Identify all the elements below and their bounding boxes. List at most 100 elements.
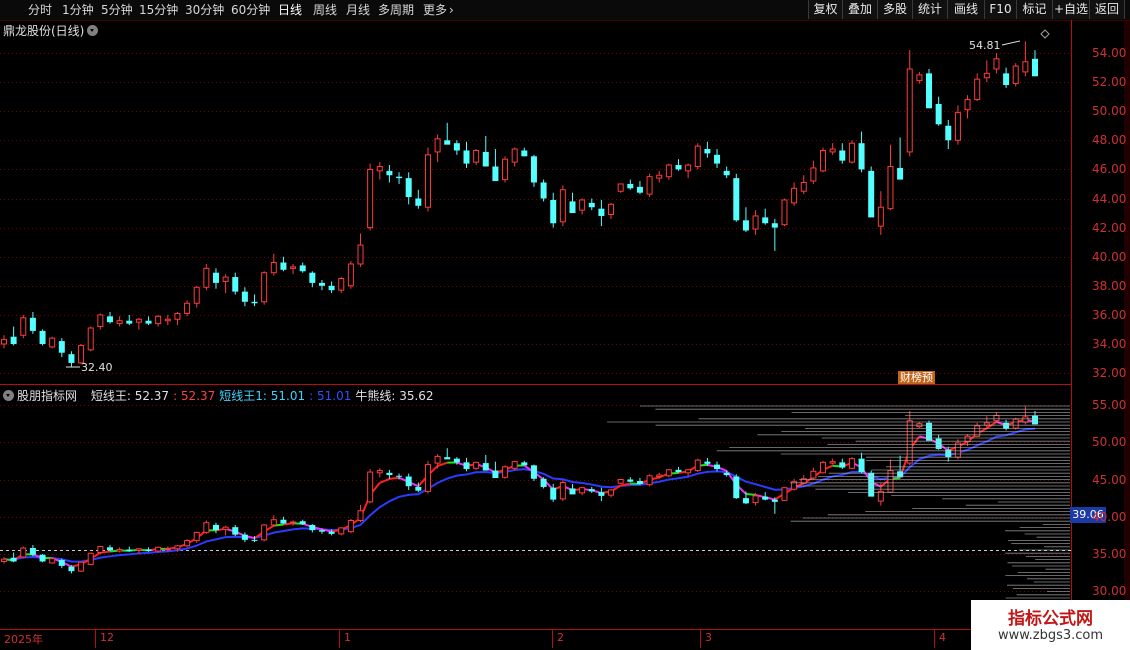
high-price-label: 54.81 bbox=[969, 39, 1001, 52]
low-price-label: 32.40 bbox=[81, 361, 113, 374]
indicator-value-2: 短线王1: 51.01 bbox=[219, 389, 306, 403]
ind-candle bbox=[232, 527, 239, 535]
ind-candle bbox=[318, 530, 325, 532]
price-candle bbox=[945, 125, 952, 141]
ind-candle bbox=[357, 510, 364, 521]
watermark: 指标公式网 www.zbgs3.com bbox=[971, 600, 1130, 650]
ind-candle bbox=[174, 545, 181, 550]
price-candle bbox=[636, 186, 643, 193]
ind-candle bbox=[733, 476, 740, 499]
candlestick-chart: 54.81 32.40 bbox=[0, 20, 1130, 648]
ind-candle bbox=[463, 462, 470, 470]
price-candle bbox=[675, 165, 682, 170]
ind-candle bbox=[665, 469, 672, 477]
ind-candle bbox=[367, 471, 374, 503]
price-candle bbox=[665, 164, 672, 178]
ind-candle bbox=[771, 499, 778, 502]
ind-candle bbox=[502, 466, 509, 478]
indicator-value-1: : 52.37 bbox=[173, 389, 216, 403]
sub-y-label: 45.00 bbox=[1092, 472, 1127, 487]
sub-y-label: 30.00 bbox=[1092, 584, 1127, 599]
indicator-value-4: 牛熊线: 35.62 bbox=[355, 389, 434, 403]
ind-candle bbox=[290, 521, 297, 524]
price-candle bbox=[926, 73, 933, 109]
price-candle bbox=[473, 149, 480, 163]
price-candle bbox=[839, 150, 846, 161]
ind-candle bbox=[270, 519, 277, 526]
dropdown-icon[interactable] bbox=[3, 390, 14, 401]
price-candle bbox=[261, 272, 268, 303]
ind-candle bbox=[347, 519, 354, 533]
price-candle bbox=[1003, 73, 1010, 86]
ind-candle bbox=[106, 547, 113, 551]
price-candle bbox=[771, 223, 778, 228]
ind-candle bbox=[675, 469, 682, 473]
ind-candle bbox=[338, 527, 345, 535]
price-candle bbox=[135, 318, 142, 323]
price-candle bbox=[405, 178, 412, 198]
price-candle bbox=[791, 187, 798, 204]
price-candle bbox=[762, 217, 769, 224]
ind-candle bbox=[820, 461, 827, 474]
ind-candle bbox=[588, 489, 595, 492]
dropdown-icon[interactable] bbox=[87, 25, 99, 36]
price-candle bbox=[68, 354, 75, 363]
ind-candle bbox=[694, 459, 701, 472]
price-candle bbox=[627, 183, 634, 189]
ind-candle bbox=[212, 524, 219, 531]
price-candle bbox=[694, 145, 701, 167]
price-candle bbox=[617, 183, 624, 192]
main-y-label: 38.00 bbox=[1092, 278, 1127, 293]
price-candle bbox=[347, 263, 354, 287]
price-candle bbox=[588, 202, 595, 208]
price-candle bbox=[241, 291, 248, 302]
price-candle bbox=[733, 178, 740, 221]
ind-candle bbox=[424, 464, 431, 492]
price-candle bbox=[954, 112, 961, 141]
main-y-label: 34.00 bbox=[1092, 337, 1127, 351]
ind-candle bbox=[848, 458, 855, 469]
price-candle bbox=[800, 181, 807, 192]
ind-candle bbox=[97, 546, 104, 554]
ind-candle bbox=[280, 519, 287, 524]
main-y-label: 36.00 bbox=[1092, 307, 1127, 322]
stock-title: 鼎龙股份(日线) bbox=[3, 24, 85, 38]
ind-candle bbox=[492, 470, 499, 479]
ind-candle bbox=[415, 486, 422, 491]
ind-candle bbox=[376, 470, 383, 474]
price-candle bbox=[935, 103, 942, 125]
price-candle bbox=[126, 320, 133, 324]
price-candle bbox=[251, 301, 258, 304]
high-arrow bbox=[1001, 40, 1021, 46]
price-candle bbox=[559, 189, 566, 223]
price-candle bbox=[781, 199, 788, 226]
ind-candle bbox=[559, 481, 566, 500]
price-candle bbox=[29, 317, 36, 331]
sub-y-label: 50.00 bbox=[1092, 435, 1127, 450]
price-candle bbox=[20, 317, 27, 336]
price-candle bbox=[232, 277, 239, 292]
ind-candle bbox=[752, 495, 759, 504]
price-candle bbox=[1032, 58, 1038, 77]
ind-candle bbox=[261, 524, 268, 541]
event-badge[interactable]: 财榜预 bbox=[898, 371, 935, 384]
main-y-label: 54.00 bbox=[1092, 46, 1127, 60]
price-candle bbox=[87, 327, 94, 351]
price-candle bbox=[58, 341, 65, 353]
ind-candle bbox=[251, 539, 258, 541]
chart-title[interactable]: 鼎龙股份(日线) bbox=[3, 22, 99, 39]
ind-candle bbox=[714, 464, 721, 470]
price-candle bbox=[752, 215, 759, 230]
price-candle bbox=[983, 72, 990, 79]
fast-line-seg bbox=[379, 477, 390, 484]
ind-candle bbox=[135, 548, 142, 551]
price-candle bbox=[203, 267, 210, 288]
ind-candle bbox=[126, 549, 133, 552]
price-candle bbox=[550, 199, 557, 224]
price-candle bbox=[299, 265, 306, 272]
ind-candle bbox=[299, 521, 306, 525]
sub-y-label: 35.00 bbox=[1092, 547, 1127, 561]
ind-candle bbox=[328, 531, 335, 534]
price-candle bbox=[502, 158, 509, 181]
indicator-value-3: : 51.01 bbox=[309, 389, 352, 403]
